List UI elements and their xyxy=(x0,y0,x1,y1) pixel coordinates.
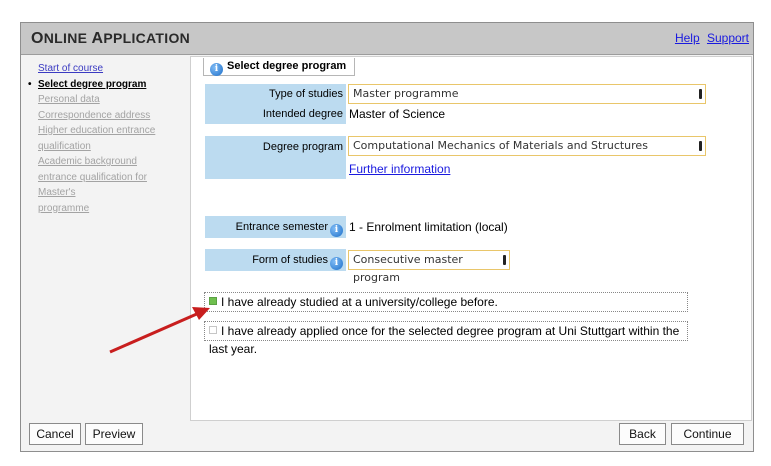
type-of-studies-label: Type of studies xyxy=(205,84,346,104)
nav-item-start-of-course[interactable]: Start of course xyxy=(26,61,186,77)
tab-select-degree-program[interactable]: i Select degree program xyxy=(203,58,356,76)
nav-item-label: Select degree program xyxy=(38,78,147,90)
nav-item-correspondence-address: Correspondence address xyxy=(38,109,151,121)
already-applied-checkbox[interactable] xyxy=(209,326,217,334)
main-content: i Select degree program Type of studies M… xyxy=(190,56,752,421)
intended-degree-label: Intended degree xyxy=(205,104,346,124)
title-text: NLINE xyxy=(43,30,92,46)
sidebar: Start of course • Select degree program P… xyxy=(21,56,189,421)
entrance-semester-label: Entrance semester i xyxy=(205,216,346,238)
info-icon: i xyxy=(210,63,223,76)
nav-item-select-degree-program[interactable]: • Select degree program xyxy=(26,77,186,93)
footer-bar: Cancel Preview Back Continue xyxy=(21,423,753,451)
back-button[interactable]: Back xyxy=(619,423,666,445)
degree-program-label: Degree program xyxy=(205,136,346,179)
nav-item-qualification: qualification xyxy=(38,140,91,152)
help-link[interactable]: Help xyxy=(675,31,700,45)
further-information-link[interactable]: Further information xyxy=(349,162,450,176)
support-link[interactable]: Support xyxy=(707,31,749,45)
dropdown-caret-icon xyxy=(699,141,702,151)
dropdown-caret-icon xyxy=(699,89,702,99)
already-studied-label: I have already studied at a university/c… xyxy=(221,295,498,309)
degree-program-select[interactable]: Computational Mechanics of Materials and… xyxy=(348,136,706,156)
title-letter: O xyxy=(31,30,44,47)
title-bar: ONLINE APPLICATION Help Support xyxy=(21,23,753,55)
intended-degree-value: Master of Science xyxy=(349,107,446,121)
app-title: ONLINE APPLICATION xyxy=(31,30,190,48)
application-window: ONLINE APPLICATION Help Support Start of… xyxy=(20,22,754,452)
dropdown-caret-icon xyxy=(503,255,506,265)
info-icon[interactable]: i xyxy=(330,224,343,237)
info-icon[interactable]: i xyxy=(330,257,343,270)
nav-item-programme: programme xyxy=(38,202,90,214)
title-letter: A xyxy=(91,30,104,47)
form-of-studies-label-text: Form of studies xyxy=(252,254,328,266)
already-studied-row[interactable]: I have already studied at a university/c… xyxy=(204,292,688,312)
degree-program-value: Computational Mechanics of Materials and… xyxy=(353,139,648,152)
nav-item-personal-data: Personal data xyxy=(38,94,100,105)
preview-button[interactable]: Preview xyxy=(85,423,143,445)
form-of-studies-select[interactable]: Consecutive master program xyxy=(348,250,510,284)
entrance-semester-label-text: Entrance semester xyxy=(235,221,328,233)
nav-item-academic-background: Academic background xyxy=(38,156,137,167)
form-of-studies-label: Form of studies i xyxy=(205,249,346,271)
entrance-semester-value: 1 - Enrolment limitation (local) xyxy=(349,220,508,234)
cancel-button[interactable]: Cancel xyxy=(29,423,81,445)
type-of-studies-select[interactable]: Master programme xyxy=(348,84,706,104)
already-studied-checkbox[interactable] xyxy=(209,297,217,305)
nav-item-entrance-qualification: entrance qualification for Master's xyxy=(38,171,147,199)
top-links: Help Support xyxy=(671,31,749,45)
form-of-studies-value: Consecutive master program xyxy=(353,253,463,284)
tab-label: Select degree program xyxy=(227,60,347,72)
nav-item-higher-education: Higher education entrance xyxy=(38,125,156,136)
degree-program-label-text: Degree program xyxy=(262,141,343,153)
title-text: PPLICATION xyxy=(103,30,191,46)
type-of-studies-value: Master programme xyxy=(353,87,459,100)
already-applied-label: I have already applied once for the sele… xyxy=(209,324,680,356)
step-navigation: Start of course • Select degree program P… xyxy=(26,61,186,216)
already-applied-row[interactable]: I have already applied once for the sele… xyxy=(204,321,688,356)
current-step-bullet: • xyxy=(28,78,32,90)
continue-button[interactable]: Continue xyxy=(671,423,744,445)
